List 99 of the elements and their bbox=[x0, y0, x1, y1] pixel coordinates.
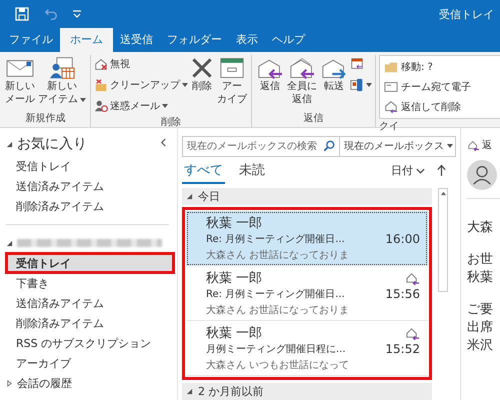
collapse-icon[interactable] bbox=[160, 138, 167, 147]
expanded-icon[interactable] bbox=[6, 240, 13, 246]
reply-icon bbox=[467, 140, 480, 150]
body-text: 出席 bbox=[467, 319, 494, 337]
folder-item[interactable]: 削除済みアイテム bbox=[6, 196, 174, 216]
ribbon-button[interactable]: 返信 bbox=[255, 55, 285, 94]
sort-direction-icon[interactable] bbox=[437, 164, 446, 178]
body-text: ご要 bbox=[467, 301, 494, 319]
message-subject: 月例ミーティング開催日程に... bbox=[206, 343, 346, 356]
message-preview: 大森さん お世話になっておりま bbox=[206, 304, 350, 317]
device-icon bbox=[350, 78, 364, 92]
expanded-icon[interactable] bbox=[6, 140, 13, 148]
ribbon-tab[interactable]: ファイル bbox=[2, 28, 60, 52]
customize-dropdown-icon[interactable] bbox=[72, 10, 82, 18]
junk-mail-icon bbox=[94, 99, 108, 113]
expanded-icon[interactable] bbox=[186, 388, 193, 395]
ribbon-button[interactable]: 全員に 返信 bbox=[286, 55, 318, 107]
collapsed-icon[interactable] bbox=[6, 380, 13, 386]
message-sender: 秋葉 一郎 bbox=[206, 215, 262, 232]
body-text: 大森 bbox=[467, 219, 494, 237]
group-label: 今日 bbox=[198, 189, 220, 204]
group-header[interactable]: 2 か月前以前 bbox=[182, 383, 432, 400]
scroll-up-icon[interactable] bbox=[440, 191, 446, 196]
sort-button[interactable]: 日付 bbox=[391, 163, 425, 178]
message-time: 16:00 bbox=[385, 232, 420, 246]
body-text: 米沢 bbox=[467, 337, 494, 355]
contact-calendar-icon bbox=[48, 56, 76, 80]
ribbon-button[interactable]: 新しい メール bbox=[4, 55, 36, 107]
save-icon[interactable] bbox=[14, 6, 30, 22]
folder-item[interactable]: 削除済みアイテム bbox=[6, 313, 174, 333]
caret-icon bbox=[366, 83, 372, 87]
filter-tab[interactable]: 未読 bbox=[237, 157, 267, 184]
ribbon-button[interactable]: 無視 bbox=[94, 55, 188, 73]
body-text: 秋葉 bbox=[467, 269, 494, 287]
caret-icon bbox=[162, 104, 168, 108]
folder-section-title[interactable]: 会話の履歴 bbox=[17, 376, 72, 390]
folder-icon bbox=[384, 60, 398, 74]
ribbon-tab[interactable]: ヘルプ bbox=[265, 28, 312, 52]
avatar-icon bbox=[467, 160, 497, 190]
caret-icon bbox=[182, 83, 188, 87]
ribbon-button[interactable]: 転送 bbox=[319, 55, 349, 94]
message-item[interactable]: 秋葉 一郎 Re: 月例ミーティング開催日... 16:00 大森さん お世話になっておりま bbox=[186, 211, 428, 266]
quick-step[interactable]: 返信して削除 bbox=[384, 98, 500, 116]
search-icon[interactable] bbox=[323, 140, 335, 152]
body-text: お世 bbox=[467, 251, 494, 269]
message-preview: 大森さん いつもお世話になって bbox=[206, 358, 350, 372]
folder-section-title[interactable]: お気に入り bbox=[17, 135, 87, 153]
message-preview: 大森さん お世話になっておりま bbox=[206, 248, 350, 262]
folder-item[interactable]: アーカイブ bbox=[6, 353, 174, 373]
ribbon-button[interactable]: アー カイブ bbox=[216, 55, 248, 107]
archive-box-icon bbox=[218, 56, 246, 80]
reply-all-icon bbox=[288, 56, 316, 80]
group-header[interactable]: 今日 bbox=[182, 188, 432, 205]
folder-item[interactable]: RSS のサブスクリプション bbox=[6, 333, 174, 353]
ribbon-button[interactable]: 迷惑メール bbox=[94, 97, 188, 115]
envelope-icon bbox=[384, 80, 398, 94]
message-time: 15:56 bbox=[385, 287, 420, 301]
caret-icon bbox=[80, 98, 86, 102]
chevron-down-icon bbox=[416, 168, 425, 174]
quick-step[interactable]: チーム宛て電子 bbox=[384, 78, 500, 96]
message-item[interactable]: 秋葉 一郎 月例ミーティング開催日程に... 15:52 大森さん いつもお世話になって bbox=[186, 321, 428, 376]
group-label: クイ bbox=[379, 120, 399, 134]
cleanup-icon bbox=[94, 78, 108, 92]
folder-item[interactable]: 送信済みアイテム bbox=[6, 176, 174, 196]
window-title: 受信トレイ bbox=[439, 6, 494, 22]
quick-step[interactable]: 移動: ? bbox=[384, 58, 500, 76]
meeting-reply-icon bbox=[350, 57, 364, 71]
message-item[interactable]: 秋葉 一郎 Re: 月例ミーティング開催日... 15:56 大森さん お世話になっておりま bbox=[186, 266, 428, 321]
folder-item[interactable]: 受信トレイ bbox=[6, 253, 174, 273]
ribbon-tab[interactable]: ホーム bbox=[60, 28, 113, 52]
ignore-icon bbox=[94, 57, 108, 71]
ribbon-tab[interactable]: 送受信 bbox=[113, 28, 160, 52]
message-sender: 秋葉 一郎 bbox=[206, 270, 262, 287]
expanded-icon[interactable] bbox=[186, 193, 193, 200]
reply-button[interactable]: 返 bbox=[467, 138, 500, 152]
caret-icon bbox=[447, 144, 453, 148]
delete-icon bbox=[190, 56, 214, 80]
ribbon-tab[interactable]: フォルダー bbox=[160, 28, 229, 52]
message-subject: Re: 月例ミーティング開催日... bbox=[206, 288, 345, 301]
group-label: 新規作成 bbox=[26, 112, 66, 126]
message-subject: Re: 月例ミーティング開催日... bbox=[206, 233, 345, 246]
message-time: 15:52 bbox=[385, 342, 420, 356]
scrollbar[interactable] bbox=[438, 188, 448, 292]
search-field[interactable]: 現在のメールボックスの検索 bbox=[183, 137, 340, 156]
ribbon-button[interactable]: 新しい アイテム bbox=[37, 55, 87, 107]
group-label: 返信 bbox=[304, 112, 324, 126]
folder-item[interactable]: 下書き bbox=[6, 273, 174, 293]
filter-tab[interactable]: すべて bbox=[182, 157, 225, 184]
ribbon-button[interactable]: 削除 bbox=[189, 55, 215, 94]
group-label: 削除 bbox=[161, 116, 181, 130]
folder-item[interactable]: 受信トレイ bbox=[6, 156, 174, 176]
group-label: 2 か月前以前 bbox=[198, 384, 264, 399]
ribbon-tab[interactable]: 表示 bbox=[229, 28, 265, 52]
message-sender: 秋葉 一郎 bbox=[206, 325, 262, 342]
folder-item[interactable]: 送信済みアイテム bbox=[6, 293, 174, 313]
reply-delete-icon bbox=[384, 100, 398, 114]
ribbon-button[interactable]: クリーンアップ bbox=[94, 76, 188, 94]
ribbon-button[interactable] bbox=[350, 76, 372, 94]
scope-dropdown[interactable]: 現在のメールボックス bbox=[340, 137, 456, 156]
